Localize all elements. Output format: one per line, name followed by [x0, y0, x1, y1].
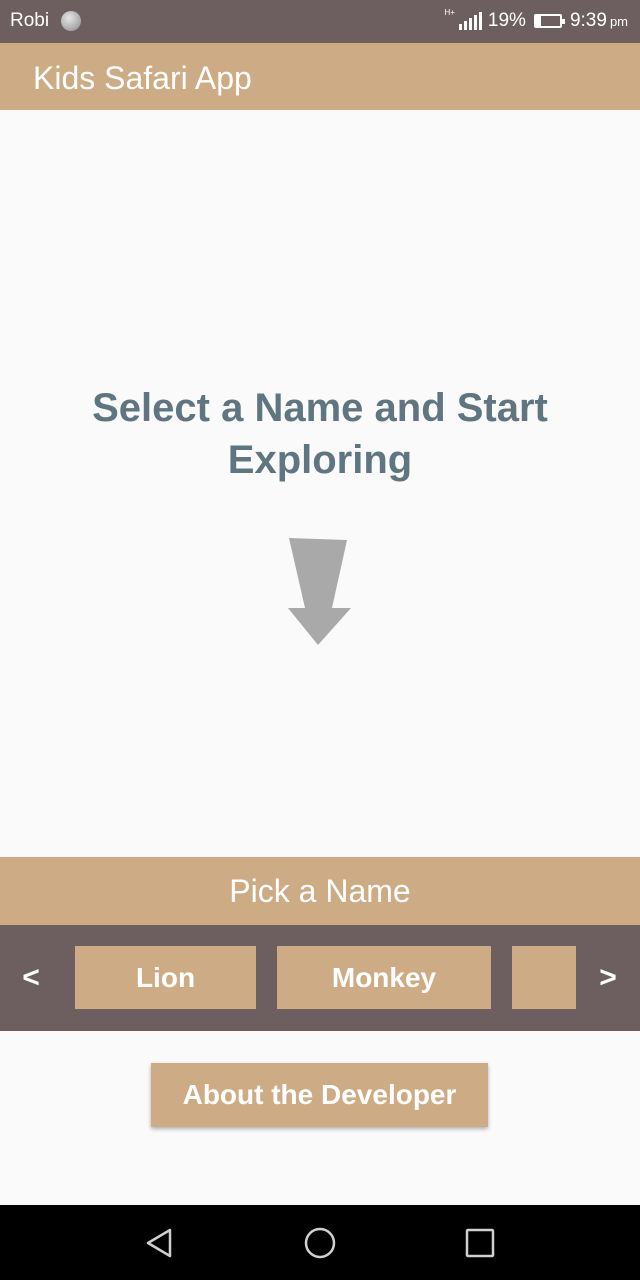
- app-title: Kids Safari App: [33, 60, 252, 96]
- carrier-name: Robi: [10, 10, 50, 31]
- name-button-lion[interactable]: Lion: [75, 946, 256, 1009]
- name-button-monkey[interactable]: Monkey: [277, 946, 491, 1009]
- clock-time: 9:39: [569, 10, 607, 31]
- down-arrow-icon: [288, 538, 351, 645]
- carousel-next-button[interactable]: >: [588, 955, 628, 1001]
- headline-text: Select a Name and Start Exploring: [92, 386, 548, 482]
- app-bar: Kids Safari App: [0, 43, 640, 110]
- data-network-icon: H+: [444, 8, 455, 17]
- recent-apps-icon[interactable]: [462, 1225, 498, 1261]
- status-indicators: H+ 19% 9:39 pm: [444, 9, 628, 33]
- clock-ampm: pm: [609, 13, 628, 29]
- battery-icon: [533, 14, 565, 28]
- status-bar: Robi H+ 19% 9:39 pm: [0, 0, 640, 43]
- back-icon[interactable]: [142, 1225, 178, 1261]
- notification-dot-icon: [61, 11, 81, 31]
- about-developer-button[interactable]: About the Developer: [151, 1063, 488, 1127]
- carousel-prev-button[interactable]: <: [11, 955, 51, 1001]
- battery-percent: 19%: [487, 10, 526, 31]
- battery-fill: [535, 16, 541, 26]
- system-nav-bar: [0, 1205, 640, 1280]
- name-carousel: < Lion Monkey >: [0, 925, 640, 1031]
- signal-strength-icon: [457, 12, 482, 30]
- name-button-partial[interactable]: [512, 946, 576, 1009]
- pick-a-name-header: Pick a Name: [0, 857, 640, 925]
- home-icon[interactable]: [302, 1225, 338, 1261]
